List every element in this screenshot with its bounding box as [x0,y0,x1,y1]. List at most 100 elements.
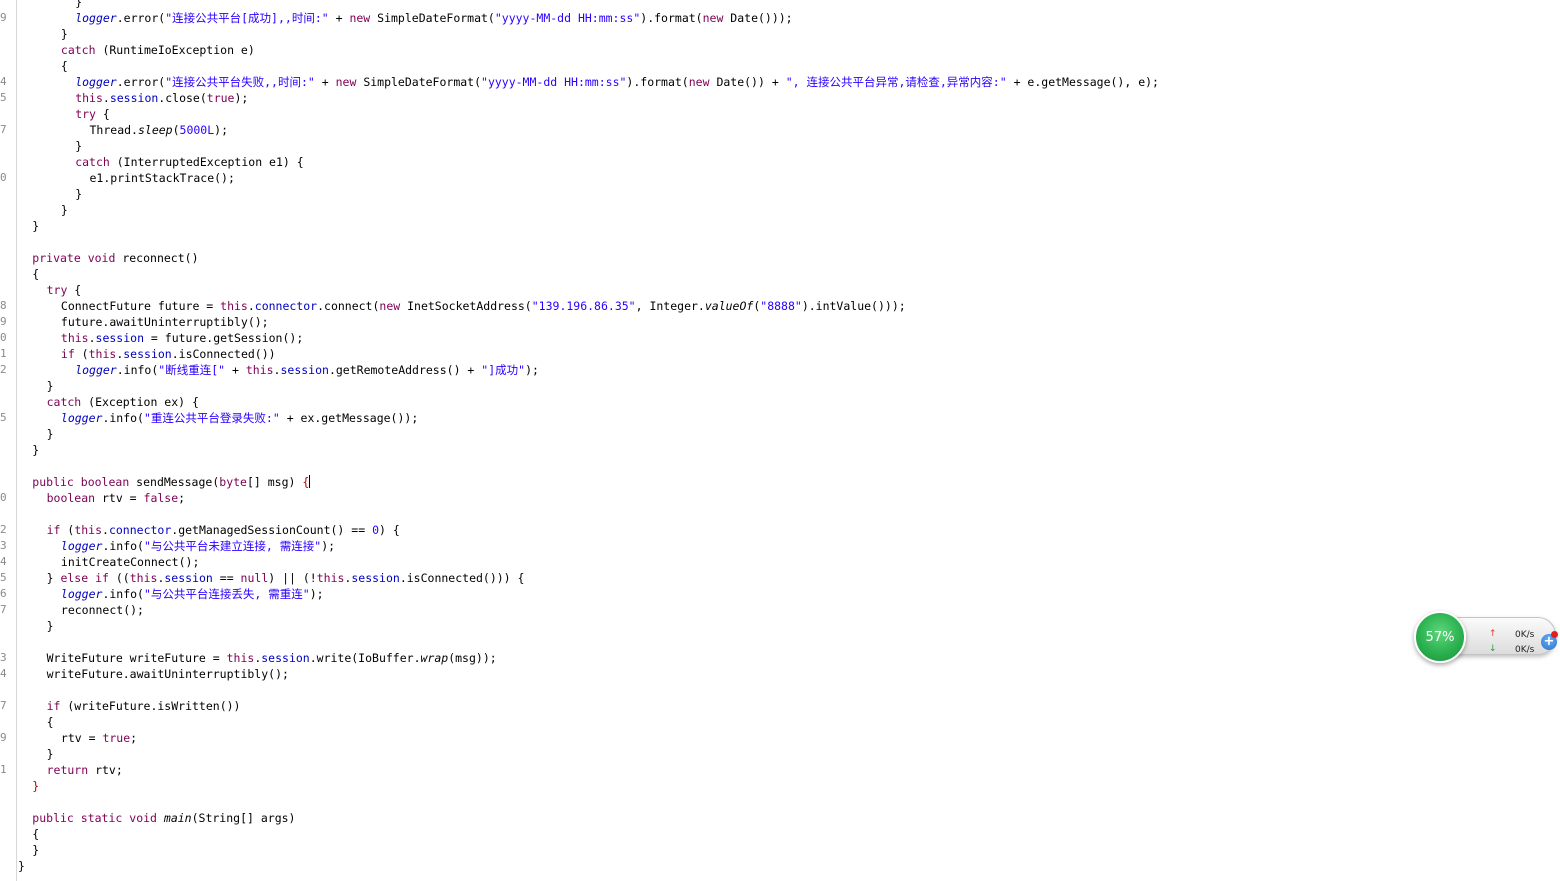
code-token: connector [108,523,172,537]
code-token: writeFuture.awaitUninterruptibly(); [46,667,289,681]
code-line[interactable]: 9 future.awaitUninterruptibly(); [0,314,1560,330]
code-text: } [61,202,68,218]
code-line[interactable] [0,682,1560,698]
code-line[interactable] [0,458,1560,474]
code-line[interactable]: } [0,746,1560,762]
code-line[interactable]: 5} else if ((this.session == null) || (!… [0,570,1560,586]
code-token: { [32,267,40,281]
code-token: "与公共平台未建立连接, 需连接" [143,539,322,553]
code-token: .connect( [317,299,380,313]
code-line[interactable]: 8 ConnectFuture future = this.connector.c… [0,298,1560,314]
code-editor[interactable]: } 9 logger.error("连接公共平台[成功],,时间:" + new S… [0,0,1560,881]
code-token: format( [654,11,703,25]
code-line[interactable]: } [0,26,1560,42]
code-line[interactable]: { [0,826,1560,842]
code-line[interactable]: 5 logger.info("重连公共平台登录失败:" + ex.getMessa… [0,410,1560,426]
code-line[interactable]: 2 logger.info("断线重连[" + this.session.getR… [0,362,1560,378]
code-line[interactable] [0,506,1560,522]
usage-percent: 57% [1425,629,1455,645]
code-line[interactable] [0,634,1560,650]
code-token: "与公共平台连接丢失, 需重连" [143,587,310,601]
code-line[interactable]: catch (RuntimeIoException e) [0,42,1560,58]
line-number: 1 [0,347,7,360]
code-line[interactable]: private void reconnect() [0,250,1560,266]
code-line[interactable]: } [0,202,1560,218]
code-line[interactable]: 4 initCreateConnect(); [0,554,1560,570]
code-token: = future.getSession(); [144,331,304,345]
code-line[interactable]: 3 WriteFuture writeFuture = this.session.… [0,650,1560,666]
code-line[interactable]: 4 writeFuture.awaitUninterruptibly(); [0,666,1560,682]
code-line[interactable]: } [0,426,1560,442]
code-text: public static void main(String[] args) [32,810,295,826]
code-line[interactable]: 0 boolean rtv = false; [0,490,1560,506]
code-line[interactable]: 7 reconnect(); [0,602,1560,618]
code-token: this [245,363,274,377]
code-token: sendMessage( [129,475,220,489]
code-line[interactable]: 9 rtv = true; [0,730,1560,746]
code-line[interactable]: } [0,618,1560,634]
code-text: private void reconnect() [32,250,198,266]
code-token: reconnect() [115,251,199,265]
code-token: future.awaitUninterruptibly(); [60,315,269,329]
code-token: try [75,107,96,121]
code-line[interactable]: public static void main(String[] args) [0,810,1560,826]
code-text: try { [47,282,82,298]
code-line[interactable]: 0 e1.printStackTrace(); [0,170,1560,186]
code-line[interactable]: { [0,58,1560,74]
code-line[interactable]: } [0,138,1560,154]
code-line[interactable]: } [0,218,1560,234]
code-token: . [247,299,255,313]
code-line[interactable]: catch (InterruptedException e1) { [0,154,1560,170]
code-token: this [220,299,248,313]
code-line[interactable]: 1 return rtv; [0,762,1560,778]
code-line[interactable]: } [0,778,1560,794]
code-token: session [95,331,144,345]
line-number: 3 [0,651,7,664]
code-line[interactable]: catch (Exception ex) { [0,394,1560,410]
code-line[interactable]: public boolean sendMessage(byte[] msg) { [0,474,1560,490]
code-token: } [18,859,25,873]
code-text: reconnect(); [61,602,144,618]
code-token: ; [178,491,186,505]
code-line[interactable] [0,794,1560,810]
code-line[interactable] [0,234,1560,250]
code-line[interactable]: 3 logger.info("与公共平台未建立连接, 需连接"); [0,538,1560,554]
network-speed-widget[interactable]: ↑ 0K/s ↓ 0K/s + 57% [1414,611,1558,663]
code-line[interactable]: { [0,714,1560,730]
code-line[interactable]: { [0,266,1560,282]
code-line[interactable]: } [0,442,1560,458]
code-line[interactable]: 7 if (writeFuture.isWritten()) [0,698,1560,714]
memory-usage-gauge[interactable]: 57% [1414,611,1466,663]
code-token: session [261,651,310,665]
code-line[interactable]: } [0,378,1560,394]
code-token: 0 [372,523,379,537]
code-line[interactable]: 7 Thread.sleep(5000L); [0,122,1560,138]
code-line[interactable]: 1 if (this.session.isConnected()) [0,346,1560,362]
code-text: { [47,714,54,730]
code-token: "]成功" [481,363,526,377]
code-line[interactable]: 5 this.session.close(true); [0,90,1560,106]
code-line[interactable]: 2 if (this.connector.getManagedSessionCou… [0,522,1560,538]
code-line[interactable]: 9 logger.error("连接公共平台[成功],,时间:" + new Si… [0,10,1560,26]
code-line[interactable]: } [0,858,1560,874]
code-text: if (writeFuture.isWritten()) [47,698,241,714]
code-line[interactable]: 4 logger.error("连接公共平台失败,,时间:" + new Simp… [0,74,1560,90]
code-line[interactable]: } [0,186,1560,202]
code-token: .getRemoteAddress() + [328,363,482,377]
code-line[interactable]: } [0,842,1560,858]
code-line[interactable]: 0 this.session = future.getSession(); [0,330,1560,346]
code-line[interactable]: try { [0,106,1560,122]
code-line[interactable]: } [0,0,1560,10]
code-line[interactable]: try { [0,282,1560,298]
code-token: . [102,523,109,537]
code-text: } [32,842,39,858]
code-line[interactable]: 6 logger.info("与公共平台连接丢失, 需重连"); [0,586,1560,602]
code-token: "8888" [760,299,802,313]
code-token: new [688,75,710,89]
code-area[interactable]: } 9 logger.error("连接公共平台[成功],,时间:" + new S… [0,0,1560,874]
code-token: ) { [379,523,400,537]
code-token: catch [75,155,110,169]
code-token: null [240,571,269,585]
code-token: .info( [102,411,144,425]
